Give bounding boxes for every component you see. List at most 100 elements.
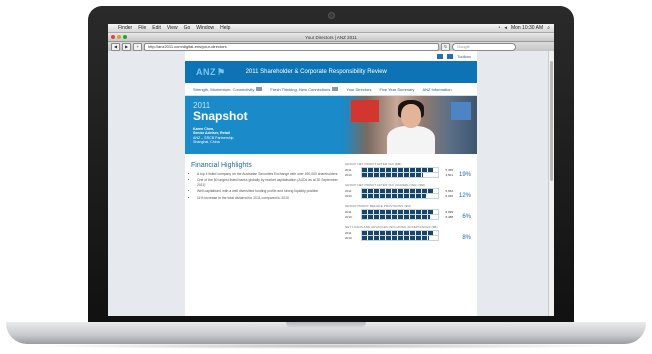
nav-item-five-year[interactable]: Five Year Summary [380, 87, 415, 92]
download-icon[interactable] [447, 53, 454, 59]
back-button[interactable]: ◀ [111, 42, 120, 51]
metric-label: NET LOANS AND ADVANCES INCLUDING ACCEPTA… [345, 225, 438, 229]
nav-label: Fresh Thinking, New Connections [270, 86, 331, 92]
metric-label: GROUP NET PROFIT AFTER TAX (UNDERLYING) … [345, 183, 426, 187]
camera-icon [328, 12, 335, 19]
metric-block: GROUP NET PROFIT AFTER TAX ($M) 2011 5,355… [345, 162, 471, 178]
site-header: ANZ⚑ 2011 Shareholder & Corporate Respon… [185, 61, 477, 83]
metric-label: GROUP NET PROFIT AFTER TAX ($M) [345, 162, 402, 166]
lid-opening-notch [286, 322, 366, 328]
menu-item-help[interactable]: Help [220, 25, 230, 31]
hero-caption: Karen Chen, Senior Adviser, Retail ANZ –… [193, 127, 343, 145]
metric-year: 2010 [345, 214, 352, 219]
metric-block: GROUP PROFIT BEFORE PROVISIONS ($M) 2011 8… [345, 204, 471, 220]
logo-text: ANZ [196, 67, 216, 77]
metric-row: 2010 8% [345, 234, 471, 241]
forward-button[interactable]: ▶ [122, 42, 131, 51]
dropdown-icon [256, 87, 263, 92]
volume-icon[interactable]: ◂ [504, 25, 507, 31]
hero-text: 2011 Snapshot Karen Chen, Senior Adviser… [185, 96, 343, 154]
person-body [387, 126, 435, 154]
menu-item-window[interactable]: Window [196, 25, 214, 31]
metric-year: 2010 [345, 193, 352, 198]
dropdown-icon [332, 87, 339, 92]
highlights-list: A top 4 listed company on the Australian… [191, 172, 339, 200]
metric-percent: 12% [458, 192, 471, 199]
metric-value: 4,501 [445, 172, 453, 177]
background-sign [351, 100, 379, 122]
menu-item-finder[interactable]: Finder [118, 25, 132, 31]
person-face [401, 104, 421, 128]
anz-site: Toolbox ANZ⚑ 2011 Shareholder & Corporat… [185, 51, 477, 316]
metric-bar-track [361, 234, 439, 241]
financial-highlights: Financial Highlights A top 4 listed comp… [191, 162, 339, 246]
list-item: One of the 50 largest listed banks globa… [197, 178, 339, 187]
wifi-icon[interactable]: ◔ [497, 25, 500, 31]
metric-bar-fill [362, 193, 426, 198]
list-item: 11% increase in the total dividend for 2… [197, 196, 339, 200]
hero-banner: 2011 Snapshot Karen Chen, Senior Adviser… [185, 96, 477, 154]
laptop-lid: Finder File Edit View Go Window Help ◔ ◂… [88, 6, 574, 324]
screen: Finder File Edit View Go Window Help ◔ ◂… [108, 24, 554, 316]
url-field[interactable]: http://anz2011.com/digital-eris/your-dir… [144, 42, 439, 51]
nav-item-directors[interactable]: Your Directors [346, 87, 371, 92]
menu-item-file[interactable]: File [138, 25, 146, 31]
page-scrollbar[interactable] [548, 51, 554, 316]
metric-row: 2010 5,025 12% [345, 192, 471, 199]
metric-year: 2011 [345, 188, 352, 193]
anz-logo[interactable]: ANZ⚑ [195, 66, 226, 78]
metric-block: GROUP NET PROFIT AFTER TAX (UNDERLYING) … [345, 183, 471, 199]
metric-bar-fill [362, 235, 429, 240]
menubar-clock[interactable]: Mon 10:30 AM [511, 25, 543, 31]
metric-value: 5,652 [445, 188, 453, 193]
metric-bar-fill [362, 172, 423, 177]
metric-percent: 6% [462, 213, 471, 220]
header-title: 2011 Shareholder & Corporate Responsibil… [245, 69, 387, 75]
metric-year: 2010 [345, 235, 352, 240]
add-bookmark-button[interactable]: + [133, 42, 142, 51]
metrics-panel: GROUP NET PROFIT AFTER TAX ($M) 2011 5,355… [345, 162, 471, 246]
metric-bar-fill [362, 214, 431, 219]
reload-button[interactable]: ↻ [441, 42, 450, 51]
metric-bar-track [361, 213, 439, 220]
caption-line: Shanghai, China [193, 140, 220, 145]
nav-item-strength[interactable]: Strength, Momentum, Connectivity [193, 86, 263, 92]
metric-year: 2010 [345, 172, 352, 177]
window-title: Your Directors | ANZ 2011 [305, 34, 357, 40]
menu-item-edit[interactable]: Edit [152, 25, 161, 31]
menu-item-go[interactable]: Go [184, 25, 191, 31]
content-area: Financial Highlights A top 4 listed comp… [185, 154, 477, 246]
nav-label: Strength, Momentum, Connectivity [193, 86, 255, 92]
metric-value: 5,025 [445, 193, 453, 198]
nav-item-anz-info[interactable]: ANZ Information [422, 87, 451, 92]
toolbox-link[interactable]: Toolbox [457, 54, 471, 59]
metric-percent: 8% [462, 234, 471, 241]
metric-bar-track [361, 192, 439, 199]
scroll-thumb[interactable] [550, 61, 553, 181]
spotlight-icon[interactable]: ⌕ [547, 25, 550, 31]
metric-value: 8,488 [445, 214, 453, 219]
metric-value: 8,999 [445, 209, 453, 214]
hero-photo [343, 96, 477, 154]
metric-year: 2011 [345, 209, 352, 214]
background-sign [451, 102, 471, 120]
laptop-base [6, 322, 646, 344]
metric-value: 5,355 [445, 167, 453, 172]
browser-titlebar: Your Directors | ANZ 2011 [108, 33, 554, 42]
nav-item-fresh-thinking[interactable]: Fresh Thinking, New Connections [270, 86, 339, 92]
utility-bar: Toolbox [185, 51, 477, 61]
metric-block: NET LOANS AND ADVANCES INCLUDING ACCEPTA… [345, 225, 471, 241]
menu-item-view[interactable]: View [167, 25, 178, 31]
hero-title: Snapshot [193, 109, 248, 123]
metric-year: 2011 [345, 230, 352, 235]
site-nav: Strength, Momentum, Connectivity Fresh T… [185, 83, 477, 96]
search-input[interactable]: Google [452, 42, 516, 51]
metric-label: GROUP PROFIT BEFORE PROVISIONS ($M) [345, 204, 411, 208]
print-icon[interactable] [437, 53, 444, 59]
menubar-status: ◔ ◂ Mon 10:30 AM ⌕ [497, 25, 550, 31]
list-item: Well capitalised, with a well diversifie… [197, 189, 339, 193]
mac-menubar: Finder File Edit View Go Window Help ◔ ◂… [108, 24, 554, 33]
metric-year: 2011 [345, 167, 352, 172]
metric-bar-track [361, 171, 439, 178]
metric-row: 2010 4,501 19% [345, 171, 471, 178]
